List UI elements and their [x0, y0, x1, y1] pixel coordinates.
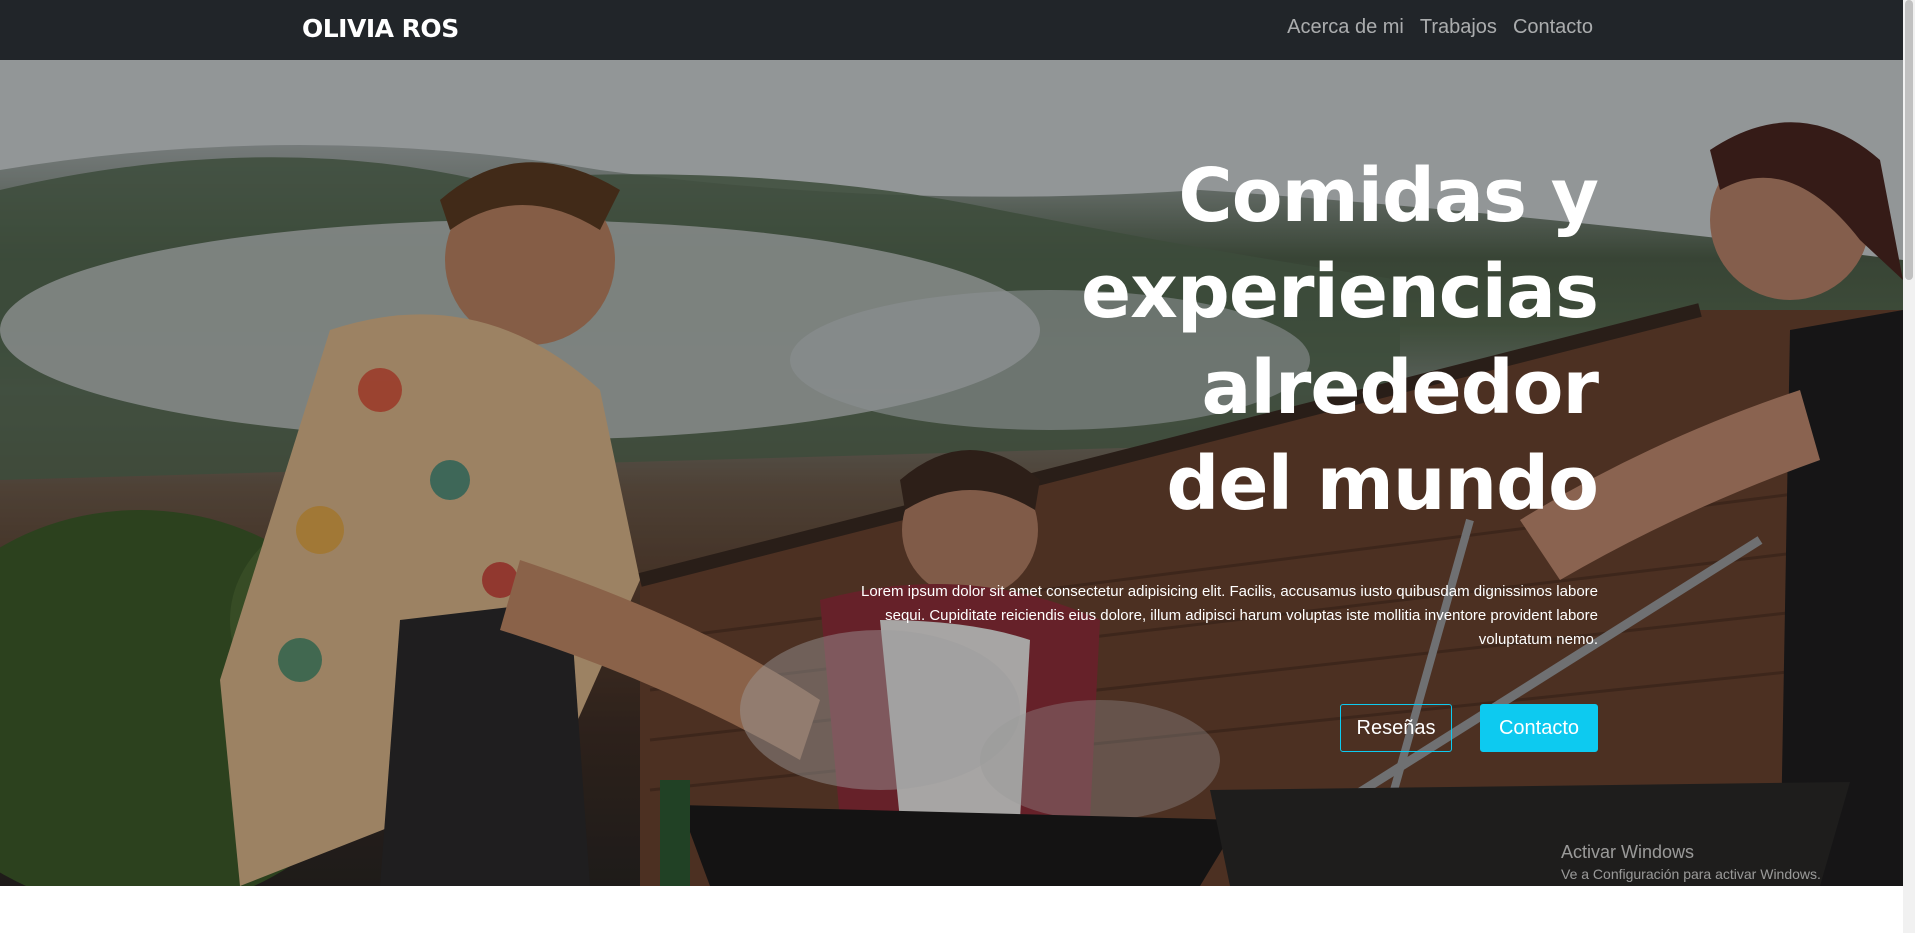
- scrollbar-thumb[interactable]: [1905, 0, 1913, 280]
- page-scrollbar[interactable]: [1903, 0, 1915, 933]
- brand-logo[interactable]: OLIVIA ROS: [302, 14, 459, 43]
- nav-links: Acerca de mi Trabajos Contacto: [1287, 16, 1593, 39]
- navbar: OLIVIA ROS Acerca de mi Trabajos Contact…: [0, 0, 1903, 60]
- hero-section: Comidas y experiencias alrededor del mun…: [0, 60, 1903, 886]
- hero-title-line: Comidas y: [1178, 153, 1599, 239]
- hero-buttons: Reseñas Contacto: [698, 704, 1598, 752]
- hero-content: Comidas y experiencias alrededor del mun…: [698, 148, 1599, 752]
- nav-link-contact[interactable]: Contacto: [1513, 16, 1593, 39]
- nav-link-about[interactable]: Acerca de mi: [1287, 16, 1404, 39]
- watermark-subtitle: Ve a Configuración para activar Windows.: [1561, 866, 1821, 882]
- hero-title: Comidas y experiencias alrededor del mun…: [698, 148, 1599, 532]
- hero-title-line: alrededor: [1201, 345, 1599, 431]
- nav-link-works[interactable]: Trabajos: [1420, 16, 1497, 39]
- hero-description: Lorem ipsum dolor sit amet consectetur a…: [861, 583, 1598, 648]
- contact-button[interactable]: Contacto: [1480, 704, 1598, 752]
- windows-activation-watermark: Activar Windows Ve a Configuración para …: [1561, 842, 1821, 882]
- hero-title-line: experiencias: [1080, 249, 1599, 335]
- hero-title-line: del mundo: [1166, 441, 1599, 527]
- watermark-title: Activar Windows: [1561, 842, 1695, 862]
- reviews-button[interactable]: Reseñas: [1340, 704, 1452, 752]
